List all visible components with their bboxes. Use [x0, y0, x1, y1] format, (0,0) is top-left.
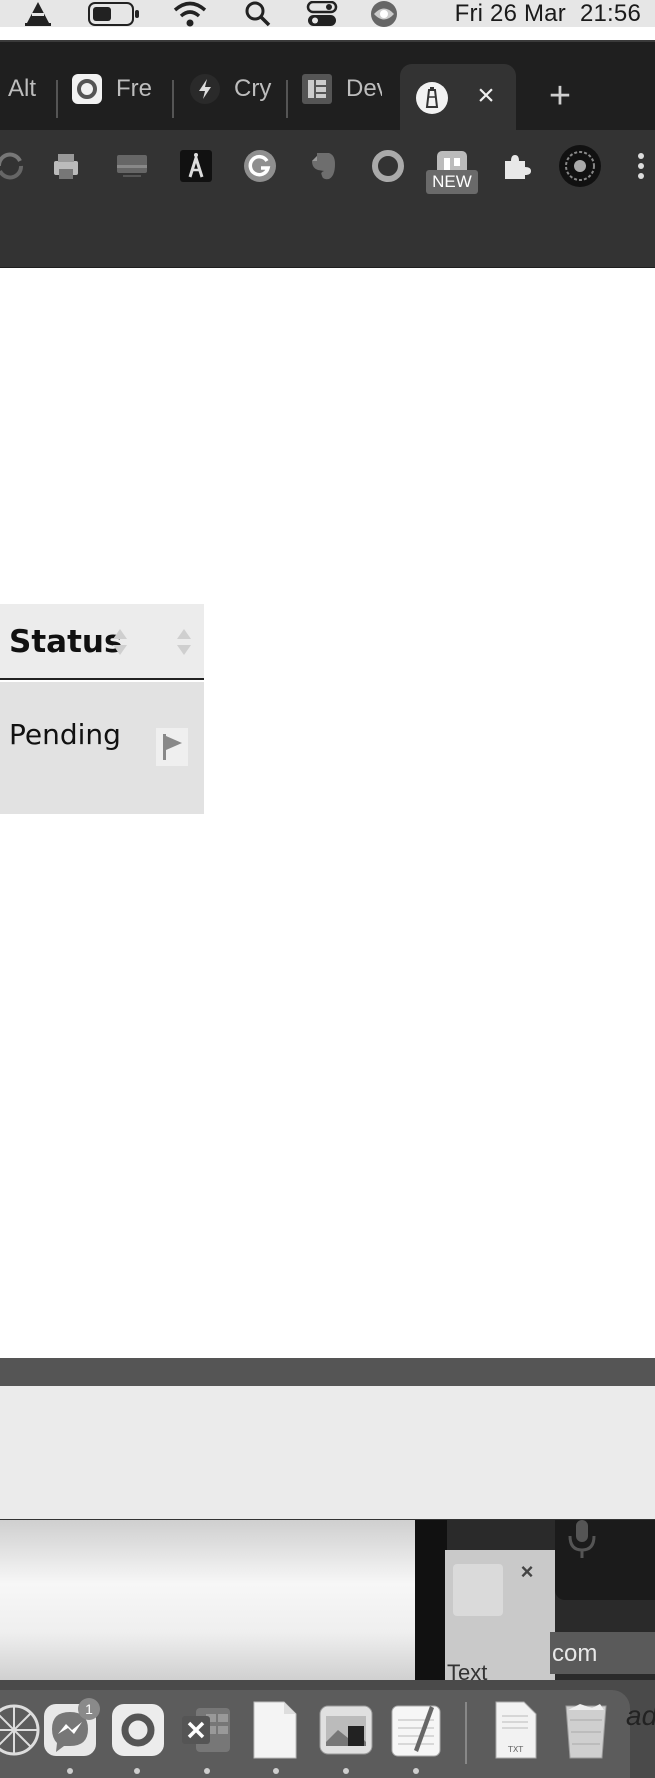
running-indicator [273, 1768, 279, 1774]
tab-divider [172, 80, 174, 118]
clock-time: 21:56 [579, 0, 641, 27]
tab-fre[interactable]: Fre [72, 64, 168, 114]
macos-menu-bar: Fri 26 Mar 21:56 [0, 0, 655, 27]
status-header-label: Status [9, 624, 123, 660]
chrome-spider-icon[interactable] [0, 1702, 42, 1758]
record-favicon-icon [72, 74, 102, 104]
browser-toolbar: NEW [0, 130, 655, 268]
lighthouse-favicon-icon [416, 82, 448, 114]
running-indicator [413, 1768, 419, 1774]
devtools-divider[interactable] [0, 1358, 655, 1386]
running-indicator [134, 1768, 140, 1774]
clock-date: Fri 26 Mar [454, 0, 566, 27]
com-window-card[interactable]: com [550, 1632, 655, 1674]
sync-icon[interactable] [0, 148, 28, 184]
grammarly-icon[interactable] [242, 148, 278, 184]
window-thumbnail [453, 1564, 503, 1616]
svg-text:TXT: TXT [507, 1745, 523, 1754]
control-center-icon[interactable] [302, 0, 342, 27]
close-tab-button[interactable]: × [470, 76, 502, 116]
status-cell: Pending [9, 718, 121, 751]
textedit-icon[interactable] [388, 1702, 444, 1758]
microphone-icon[interactable] [567, 1520, 597, 1560]
preview-icon[interactable] [318, 1702, 374, 1758]
evernote-icon[interactable] [306, 148, 342, 184]
status-column-header[interactable]: Status [0, 604, 204, 680]
running-indicator [343, 1768, 349, 1774]
puzzle-icon[interactable] [498, 148, 534, 184]
close-icon[interactable]: × [515, 1559, 539, 1584]
bolt-favicon-icon [190, 74, 220, 104]
new-badge: NEW [426, 170, 478, 194]
sort-icon[interactable] [112, 626, 128, 658]
page-content: Status Pending [0, 268, 655, 1358]
running-indicator [204, 1768, 210, 1774]
menu-bar-clock[interactable]: Fri 26 Mar 21:56 [441, 0, 641, 27]
circle-extension-icon[interactable] [370, 148, 406, 184]
tab-label: Cry [234, 75, 272, 102]
dock-separator [465, 1702, 467, 1764]
profile-avatar-icon[interactable] [558, 144, 602, 188]
a-extension-icon[interactable] [178, 148, 214, 184]
tab-label: Dev [346, 75, 382, 102]
tab-divider [286, 80, 288, 118]
record-app-icon[interactable] [110, 1702, 166, 1758]
background-windows: × Text com [0, 1520, 655, 1694]
browser-tab-strip: Alt Fre Cry Dev × + [0, 40, 655, 132]
grid-favicon-icon [302, 74, 332, 104]
text-window-card[interactable]: × Text [445, 1550, 555, 1694]
tab-cry[interactable]: Cry [190, 64, 276, 114]
sort-icon[interactable] [176, 626, 192, 658]
running-indicator [67, 1768, 73, 1774]
macos-dock: 1 TXT ad [0, 1680, 655, 1778]
analytics-icon[interactable] [114, 148, 150, 184]
battery-icon[interactable] [86, 0, 142, 27]
flag-icon[interactable] [156, 728, 188, 766]
window-edge [415, 1520, 447, 1680]
wifi-icon[interactable] [170, 0, 210, 27]
blank-document-icon[interactable] [246, 1701, 302, 1759]
txt-file-icon[interactable]: TXT [488, 1701, 544, 1759]
excel-icon[interactable] [178, 1702, 234, 1758]
table-row: Pending [0, 682, 204, 814]
new-tab-button[interactable]: + [540, 75, 580, 117]
more-icon[interactable] [626, 148, 655, 184]
tab-alt[interactable]: Alt [8, 64, 48, 114]
lower-panel [0, 1386, 655, 1520]
notification-badge: 1 [78, 1698, 100, 1720]
tab-label: Alt [8, 75, 37, 102]
vlc-icon[interactable] [20, 0, 56, 27]
spotlight-search-icon[interactable] [240, 0, 276, 27]
com-card-label: com [552, 1640, 598, 1667]
tab-divider [56, 80, 58, 118]
print-icon[interactable] [48, 148, 84, 184]
siri-icon[interactable] [366, 0, 402, 27]
tab-dev[interactable]: Dev [302, 64, 382, 114]
window-preview[interactable] [0, 1520, 415, 1680]
edge-window-text: ad [626, 1700, 655, 1731]
trash-icon[interactable] [558, 1702, 614, 1759]
tab-label: Fre [116, 75, 152, 102]
tab-active[interactable]: × [400, 64, 516, 132]
